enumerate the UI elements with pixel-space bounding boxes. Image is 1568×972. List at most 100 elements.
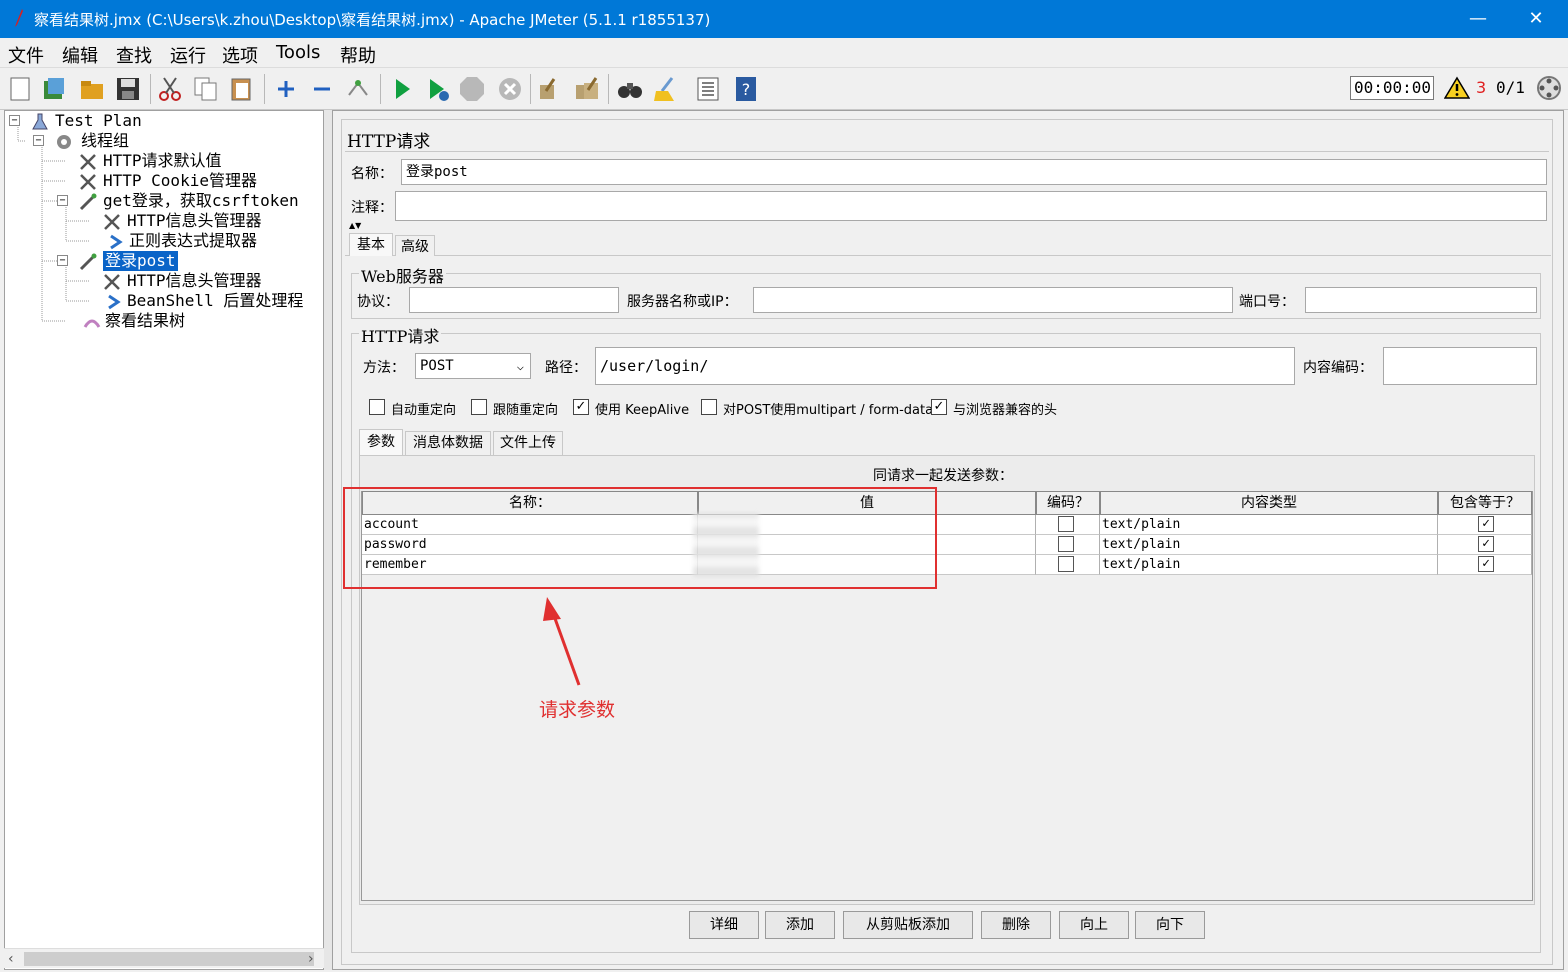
scroll-right-icon[interactable]: › bbox=[308, 951, 314, 967]
open-icon[interactable] bbox=[78, 75, 106, 103]
browser-headers-checkbox[interactable]: ✓ bbox=[931, 399, 947, 415]
browser-headers-label: 与浏览器兼容的头 bbox=[953, 403, 1058, 418]
menu-search[interactable]: 查找 bbox=[116, 42, 152, 68]
cell-content-type[interactable]: text/plain bbox=[1100, 555, 1438, 575]
column-header-include-equals[interactable]: 包含等于？ bbox=[1438, 491, 1532, 515]
cell-encode[interactable] bbox=[1036, 535, 1100, 555]
cell-encode[interactable] bbox=[1036, 555, 1100, 575]
pane-splitter[interactable] bbox=[324, 110, 332, 970]
encode-checkbox[interactable] bbox=[1058, 516, 1074, 532]
chevron-down-icon: ⌵ bbox=[516, 359, 524, 373]
include-equals-checkbox[interactable]: ✓ bbox=[1478, 556, 1494, 572]
copy-icon[interactable] bbox=[192, 75, 220, 103]
add-button[interactable]: 添加 bbox=[765, 911, 835, 939]
templates-icon[interactable] bbox=[40, 75, 68, 103]
save-icon[interactable] bbox=[114, 75, 142, 103]
cell-include-equals[interactable]: ✓ bbox=[1438, 515, 1532, 535]
tree-item-view-results[interactable]: 察看结果树 bbox=[5, 311, 305, 331]
reset-search-icon[interactable] bbox=[652, 75, 680, 103]
column-header-content-type[interactable]: 内容类型 bbox=[1100, 491, 1438, 515]
add-from-clipboard-button[interactable]: 从剪贴板添加 bbox=[843, 911, 973, 939]
toolbar-separator bbox=[150, 74, 151, 104]
collapse-toggle[interactable]: − bbox=[9, 115, 20, 126]
delete-button[interactable]: 删除 bbox=[981, 911, 1051, 939]
annotation-box bbox=[343, 487, 937, 589]
collapse-toggle[interactable]: − bbox=[57, 255, 68, 266]
move-down-button[interactable]: 向下 bbox=[1135, 911, 1205, 939]
function-helper-icon[interactable] bbox=[694, 75, 722, 103]
cell-encode[interactable] bbox=[1036, 515, 1100, 535]
menu-file[interactable]: 文件 bbox=[8, 42, 44, 68]
help-icon[interactable]: ? bbox=[732, 75, 760, 103]
clear-icon[interactable] bbox=[536, 75, 564, 103]
encoding-field[interactable] bbox=[1383, 347, 1537, 385]
tab-advanced[interactable]: 高级 bbox=[395, 235, 435, 256]
collapse-toggle[interactable]: − bbox=[33, 135, 44, 146]
menu-edit[interactable]: 编辑 bbox=[62, 42, 98, 68]
menu-help[interactable]: 帮助 bbox=[340, 42, 376, 68]
multipart-checkbox[interactable] bbox=[701, 399, 717, 415]
cell-content-type[interactable]: text/plain bbox=[1100, 515, 1438, 535]
encode-checkbox[interactable] bbox=[1058, 536, 1074, 552]
follow-redirect-checkbox[interactable] bbox=[471, 399, 487, 415]
collapse-all-icon[interactable] bbox=[308, 75, 336, 103]
column-header-encode[interactable]: 编码？ bbox=[1036, 491, 1100, 515]
menu-run[interactable]: 运行 bbox=[170, 42, 206, 68]
tree-horizontal-scrollbar[interactable]: ‹ › bbox=[4, 948, 324, 968]
tree-item-header-manager[interactable]: HTTP信息头管理器 bbox=[5, 271, 305, 291]
paste-icon[interactable] bbox=[228, 75, 256, 103]
collapse-toggle[interactable]: − bbox=[57, 195, 68, 206]
protocol-field[interactable] bbox=[409, 287, 619, 313]
method-select[interactable]: POST ⌵ bbox=[415, 353, 531, 379]
tree-item-thread-group[interactable]: − 线程组 bbox=[5, 131, 305, 151]
tree-item-header-manager[interactable]: HTTP信息头管理器 bbox=[5, 211, 305, 231]
path-field[interactable]: /user/login/ bbox=[595, 347, 1295, 385]
close-button[interactable]: ✕ bbox=[1508, 0, 1564, 38]
search-icon[interactable] bbox=[616, 75, 644, 103]
cell-include-equals[interactable]: ✓ bbox=[1438, 535, 1532, 555]
include-equals-checkbox[interactable]: ✓ bbox=[1478, 536, 1494, 552]
toolbar-separator bbox=[380, 74, 381, 104]
toggle-icon[interactable] bbox=[344, 75, 372, 103]
menu-bar: 文件 编辑 查找 运行 选项 Tools 帮助 bbox=[0, 38, 1568, 68]
encode-checkbox[interactable] bbox=[1058, 556, 1074, 572]
move-up-button[interactable]: 向上 bbox=[1059, 911, 1129, 939]
tree-item-regex-extractor[interactable]: 正则表达式提取器 bbox=[5, 231, 305, 251]
scroll-left-icon[interactable]: ‹ bbox=[8, 951, 14, 967]
name-field[interactable]: 登录post bbox=[401, 159, 1547, 185]
tree-item-login-post[interactable]: − 登录post bbox=[5, 251, 205, 271]
keepalive-checkbox[interactable]: ✓ bbox=[573, 399, 589, 415]
clear-all-icon[interactable] bbox=[574, 75, 602, 103]
tree-item-get-login[interactable]: − get登录，获取csrftoken bbox=[5, 191, 321, 211]
tab-basic[interactable]: 基本 bbox=[349, 233, 393, 256]
cell-content-type[interactable]: text/plain bbox=[1100, 535, 1438, 555]
port-field[interactable] bbox=[1305, 287, 1537, 313]
cell-include-equals[interactable]: ✓ bbox=[1438, 555, 1532, 575]
detail-button[interactable]: 详细 bbox=[689, 911, 759, 939]
stop-icon[interactable] bbox=[458, 75, 486, 103]
start-icon[interactable] bbox=[388, 75, 416, 103]
menu-tools[interactable]: Tools bbox=[276, 42, 320, 63]
expand-all-icon[interactable] bbox=[272, 75, 300, 103]
new-icon[interactable] bbox=[6, 75, 34, 103]
menu-options[interactable]: 选项 bbox=[222, 42, 258, 68]
splitter-arrows-icon[interactable]: ▲▼ bbox=[349, 222, 361, 230]
tree-item-cookie-manager[interactable]: HTTP Cookie管理器 bbox=[5, 171, 305, 191]
tree-item-test-plan[interactable]: − Test Plan bbox=[5, 111, 305, 131]
tab-file-upload[interactable]: 文件上传 bbox=[493, 431, 563, 455]
comment-field[interactable] bbox=[395, 191, 1547, 221]
tree-item-http-defaults[interactable]: HTTP请求默认值 bbox=[5, 151, 305, 171]
warning-icon[interactable] bbox=[1444, 76, 1470, 100]
tree-item-beanshell[interactable]: BeanShell 后置处理程 bbox=[5, 291, 321, 311]
server-field[interactable] bbox=[753, 287, 1233, 313]
start-no-pauses-icon[interactable] bbox=[424, 75, 452, 103]
tree-item-label: BeanShell 后置处理程 bbox=[127, 291, 304, 310]
shutdown-icon[interactable] bbox=[496, 75, 524, 103]
maximize-button[interactable] bbox=[1452, 0, 1508, 38]
tab-parameters[interactable]: 参数 bbox=[359, 429, 403, 455]
include-equals-checkbox[interactable]: ✓ bbox=[1478, 516, 1494, 532]
scroll-thumb[interactable] bbox=[24, 952, 314, 966]
cut-icon[interactable] bbox=[156, 75, 184, 103]
auto-redirect-checkbox[interactable] bbox=[369, 399, 385, 415]
tab-body-data[interactable]: 消息体数据 bbox=[405, 431, 491, 455]
